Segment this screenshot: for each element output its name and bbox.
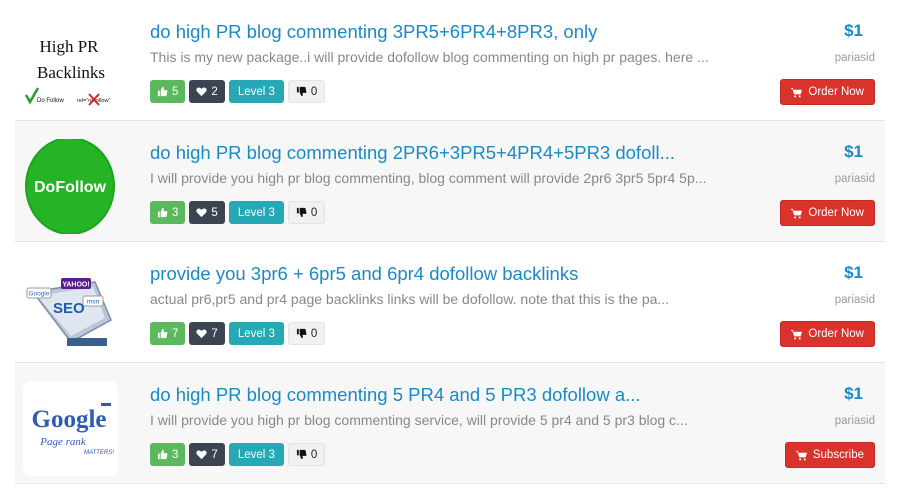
listing-description: actual pr6,pr5 and pr4 page backlinks li… bbox=[150, 291, 670, 307]
hearts-count: 2 bbox=[211, 85, 218, 98]
listing-row: SEO YAHOO! Google msn provide you 3pr6 +… bbox=[15, 242, 885, 363]
likes-count: 3 bbox=[172, 206, 179, 219]
listing-row: High PR Backlinks Do Follow rel="nofollo… bbox=[15, 0, 885, 121]
hearts-count: 5 bbox=[211, 206, 218, 219]
order-now-button[interactable]: Order Now bbox=[780, 321, 875, 347]
listing-price: $1 bbox=[844, 263, 863, 282]
thumb-text: Google bbox=[32, 406, 107, 433]
level-badge: Level 3 bbox=[228, 80, 284, 103]
dislikes-badge[interactable]: 0 bbox=[287, 322, 326, 345]
heart-icon bbox=[196, 329, 208, 339]
order-now-button[interactable]: Order Now bbox=[780, 79, 875, 105]
thumb-text: Page rank bbox=[39, 436, 87, 448]
level-badge: Level 3 bbox=[228, 322, 284, 345]
heart-icon bbox=[196, 208, 208, 218]
dislikes-badge[interactable]: 0 bbox=[287, 80, 326, 103]
likes-badge[interactable]: 7 bbox=[150, 322, 186, 345]
dislikes-badge[interactable]: 0 bbox=[287, 443, 326, 466]
cart-icon bbox=[795, 450, 807, 460]
thumb-text: High PR bbox=[39, 37, 99, 56]
hearts-count: 7 bbox=[211, 327, 218, 340]
listing-thumbnail[interactable]: Google Page rank MATTERS! bbox=[23, 381, 118, 476]
thumbs-down-icon bbox=[296, 449, 307, 460]
dislikes-badge[interactable]: 0 bbox=[287, 201, 326, 224]
thumb-text: MATTERS! bbox=[84, 450, 114, 456]
favorites-badge[interactable]: 2 bbox=[189, 80, 225, 103]
heart-icon bbox=[196, 450, 208, 460]
seller-name[interactable]: pariasid bbox=[835, 415, 875, 427]
thumbs-down-icon bbox=[296, 328, 307, 339]
cart-icon bbox=[791, 329, 803, 339]
subscribe-button-label: Subscribe bbox=[812, 449, 864, 461]
cart-icon bbox=[791, 208, 803, 218]
listing-row: Google Page rank MATTERS! do high PR blo… bbox=[15, 363, 885, 484]
subscribe-button[interactable]: Subscribe bbox=[784, 442, 875, 468]
listing-thumbnail[interactable]: DoFollow bbox=[23, 139, 118, 234]
listing-description: This is my new package..i will provide d… bbox=[150, 49, 709, 65]
listing-badges: 3 7 Level 3 0 bbox=[150, 443, 326, 466]
listing-price: $1 bbox=[844, 21, 863, 40]
listing-title-link[interactable]: provide you 3pr6 + 6pr5 and 6pr4 dofollo… bbox=[150, 263, 790, 285]
thumb-text: msn bbox=[87, 299, 100, 306]
seller-name[interactable]: pariasid bbox=[835, 294, 875, 306]
listing-badges: 7 7 Level 3 0 bbox=[150, 322, 326, 345]
likes-count: 7 bbox=[172, 327, 179, 340]
dislikes-count: 0 bbox=[310, 85, 318, 98]
dislikes-count: 0 bbox=[310, 327, 318, 340]
listing-price: $1 bbox=[844, 142, 863, 161]
thumb-text: Do Follow bbox=[37, 98, 64, 104]
listing-list: High PR Backlinks Do Follow rel="nofollo… bbox=[15, 0, 885, 484]
order-button-label: Order Now bbox=[808, 328, 864, 340]
likes-badge[interactable]: 3 bbox=[150, 443, 186, 466]
likes-count: 3 bbox=[172, 448, 179, 461]
thumbs-up-icon bbox=[157, 449, 168, 460]
listing-description: I will provide you high pr blog commenti… bbox=[150, 170, 707, 186]
thumb-text: DoFollow bbox=[34, 179, 107, 196]
listing-badges: 5 2 Level 3 0 bbox=[150, 80, 326, 103]
listing-title-link[interactable]: do high PR blog commenting 3PR5+6PR4+8PR… bbox=[150, 21, 790, 43]
listing-badges: 3 5 Level 3 0 bbox=[150, 201, 326, 224]
order-now-button[interactable]: Order Now bbox=[780, 200, 875, 226]
thumbs-up-icon bbox=[157, 328, 168, 339]
listing-thumbnail[interactable]: High PR Backlinks Do Follow rel="nofollo… bbox=[23, 18, 118, 113]
thumb-text: Backlinks bbox=[37, 63, 105, 82]
order-button-label: Order Now bbox=[808, 86, 864, 98]
level-badge: Level 3 bbox=[228, 443, 284, 466]
seller-name[interactable]: pariasid bbox=[835, 173, 875, 185]
thumb-text: YAHOO! bbox=[62, 282, 89, 289]
listing-price: $1 bbox=[844, 384, 863, 403]
level-badge: Level 3 bbox=[228, 201, 284, 224]
thumbs-down-icon bbox=[296, 207, 307, 218]
seller-name[interactable]: pariasid bbox=[835, 52, 875, 64]
thumbs-down-icon bbox=[296, 86, 307, 97]
listing-thumbnail[interactable]: SEO YAHOO! Google msn bbox=[23, 260, 118, 355]
listing-row: DoFollow do high PR blog commenting 2PR6… bbox=[15, 121, 885, 242]
heart-icon bbox=[196, 87, 208, 97]
thumbs-up-icon bbox=[157, 207, 168, 218]
thumb-text: Google bbox=[29, 291, 50, 298]
thumbs-up-icon bbox=[157, 86, 168, 97]
favorites-badge[interactable]: 7 bbox=[189, 443, 225, 466]
likes-count: 5 bbox=[172, 85, 179, 98]
order-button-label: Order Now bbox=[808, 207, 864, 219]
dislikes-count: 0 bbox=[310, 206, 318, 219]
cart-icon bbox=[791, 87, 803, 97]
hearts-count: 7 bbox=[211, 448, 218, 461]
listing-title-link[interactable]: do high PR blog commenting 2PR6+3PR5+4PR… bbox=[150, 142, 790, 164]
listing-title-link[interactable]: do high PR blog commenting 5 PR4 and 5 P… bbox=[150, 384, 790, 406]
favorites-badge[interactable]: 5 bbox=[189, 201, 225, 224]
dislikes-count: 0 bbox=[310, 448, 318, 461]
thumb-text: SEO bbox=[53, 300, 85, 317]
listing-description: I will provide you high pr blog commenti… bbox=[150, 412, 688, 428]
likes-badge[interactable]: 5 bbox=[150, 80, 186, 103]
favorites-badge[interactable]: 7 bbox=[189, 322, 225, 345]
likes-badge[interactable]: 3 bbox=[150, 201, 186, 224]
